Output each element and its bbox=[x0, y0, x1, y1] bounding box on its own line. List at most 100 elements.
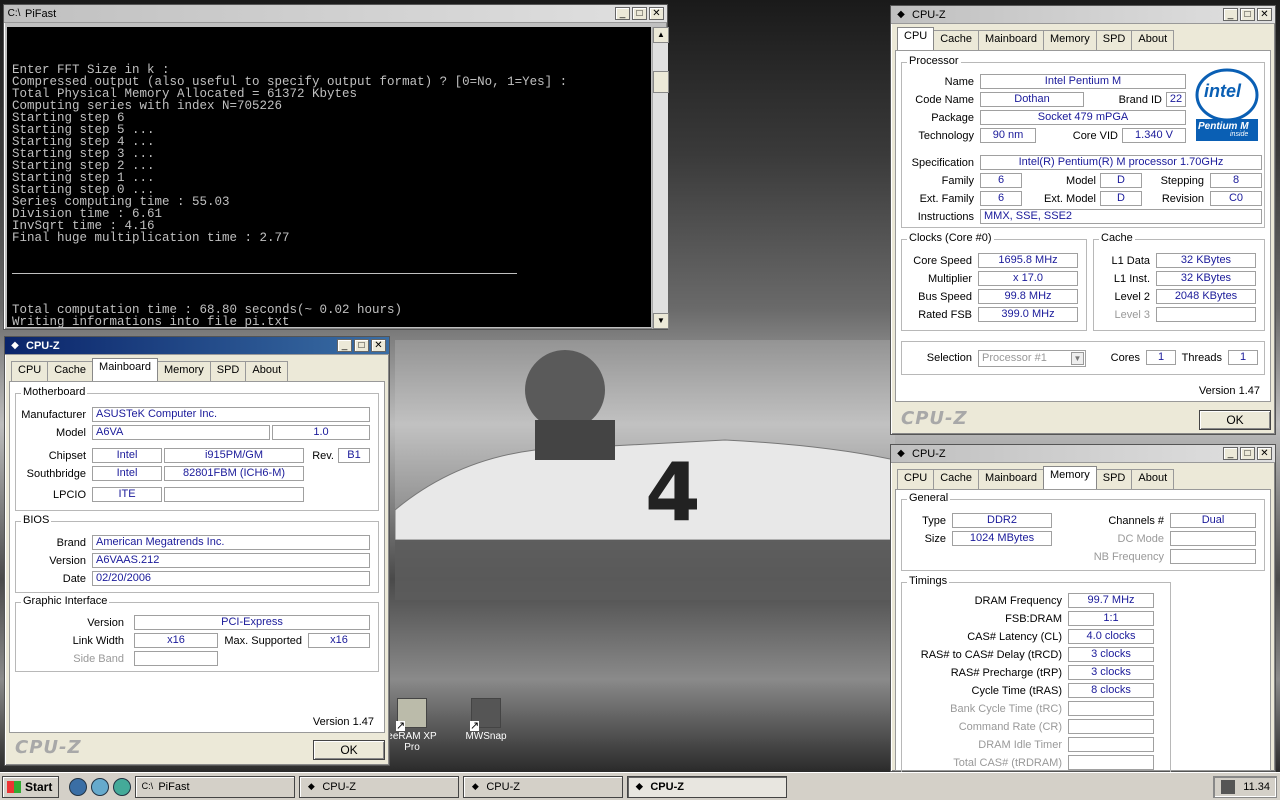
trp-field: 3 clocks bbox=[1068, 665, 1154, 680]
lpcio-vendor-field: ITE bbox=[92, 487, 162, 502]
close-button[interactable]: ✕ bbox=[1257, 447, 1272, 460]
trc-field bbox=[1068, 701, 1154, 716]
version-label: Version 1.47 bbox=[1198, 385, 1260, 397]
tab-memory[interactable]: Memory bbox=[1043, 30, 1097, 50]
title-bar[interactable]: ◆ CPU-Z _ □ ✕ bbox=[5, 337, 389, 355]
close-button[interactable]: ✕ bbox=[649, 7, 664, 20]
core-speed-field: 1695.8 MHz bbox=[978, 253, 1078, 268]
minimize-button[interactable]: _ bbox=[1223, 447, 1238, 460]
bios-date-label: Date bbox=[62, 573, 86, 585]
code-name-label: Code Name bbox=[915, 94, 974, 106]
tab-about[interactable]: About bbox=[1131, 30, 1175, 50]
size-label: Size bbox=[924, 533, 946, 545]
internet-explorer-icon[interactable] bbox=[69, 777, 88, 796]
tab-strip: CPU Cache Mainboard Memory SPD About bbox=[897, 27, 1175, 50]
taskbar-item-pifast[interactable]: C:\ PiFast bbox=[135, 775, 296, 798]
bios-version-label: Version bbox=[49, 555, 86, 567]
desktop-icon-label: MWSnap bbox=[465, 731, 507, 742]
tab-cpu[interactable]: CPU bbox=[897, 469, 935, 489]
ok-button[interactable]: OK bbox=[313, 740, 385, 760]
tab-mainboard[interactable]: Mainboard bbox=[978, 469, 1045, 489]
tab-spd[interactable]: SPD bbox=[209, 361, 247, 381]
dram-frequency-label: DRAM Frequency bbox=[974, 595, 1062, 607]
rated-fsb-field: 399.0 MHz bbox=[978, 307, 1078, 322]
tab-spd[interactable]: SPD bbox=[1095, 469, 1133, 489]
network-icon[interactable] bbox=[1221, 779, 1236, 794]
tab-cpu[interactable]: CPU bbox=[11, 361, 49, 381]
desktop-icon-eeram[interactable]: eeRAM XP Pro bbox=[382, 698, 442, 753]
tab-spd[interactable]: SPD bbox=[1095, 30, 1133, 50]
maximize-button[interactable]: □ bbox=[1240, 447, 1255, 460]
side-band-label: Side Band bbox=[73, 653, 124, 665]
title-bar[interactable]: ◆ CPU-Z _ □ ✕ bbox=[891, 6, 1275, 24]
cpuz-icon: ◆ bbox=[897, 447, 905, 459]
console-output[interactable]: Enter FFT Size in k : Compressed output (… bbox=[7, 27, 651, 327]
window-title: CPU-Z bbox=[912, 447, 946, 460]
tab-memory[interactable]: Memory bbox=[157, 361, 211, 381]
quicklaunch-icon[interactable] bbox=[91, 777, 110, 796]
media-player-icon[interactable] bbox=[113, 777, 132, 796]
tras-label: Cycle Time (tRAS) bbox=[971, 685, 1062, 697]
tab-cpu[interactable]: CPU bbox=[897, 27, 935, 50]
intel-pentium-m-logo: intel Pentium M inside bbox=[1194, 67, 1260, 143]
bios-group: BIOS Brand American Megatrends Inc. Vers… bbox=[15, 514, 379, 593]
title-bar[interactable]: C:\ PiFast _ □ ✕ bbox=[4, 5, 667, 23]
tab-cache[interactable]: Cache bbox=[933, 30, 980, 50]
maximize-button[interactable]: □ bbox=[354, 339, 369, 352]
vertical-scrollbar[interactable]: ▲ ▼ bbox=[652, 27, 669, 329]
taskbar-item-label: CPU-Z bbox=[650, 780, 684, 793]
taskbar-item-cpuz-active[interactable]: ◆ CPU-Z bbox=[627, 775, 788, 798]
trp-label: RAS# Precharge (tRP) bbox=[950, 667, 1062, 679]
scroll-up-button[interactable]: ▲ bbox=[653, 27, 669, 43]
threads-label: Threads bbox=[1181, 352, 1222, 364]
chevron-down-icon[interactable]: ▼ bbox=[1071, 352, 1084, 365]
model-label: Model bbox=[56, 427, 86, 439]
taskbar-item-cpuz[interactable]: ◆ CPU-Z bbox=[463, 775, 624, 798]
minimize-button[interactable]: _ bbox=[615, 7, 630, 20]
package-field: Socket 479 mPGA bbox=[980, 110, 1186, 125]
close-button[interactable]: ✕ bbox=[1257, 8, 1272, 21]
start-button[interactable]: Start bbox=[2, 775, 60, 798]
processor-select[interactable]: Processor #1 bbox=[978, 350, 1086, 367]
stepping-label: Stepping bbox=[1160, 175, 1204, 187]
command-rate-field bbox=[1068, 719, 1154, 734]
chipset-field: i915PM/GM bbox=[164, 448, 304, 463]
title-bar[interactable]: ◆ CPU-Z _ □ ✕ bbox=[891, 445, 1275, 463]
manufacturer-field: ASUSTeK Computer Inc. bbox=[92, 407, 370, 422]
tab-mainboard[interactable]: Mainboard bbox=[92, 358, 159, 381]
tab-cache[interactable]: Cache bbox=[47, 361, 94, 381]
tab-mainboard[interactable]: Mainboard bbox=[978, 30, 1045, 50]
cas-latency-field: 4.0 clocks bbox=[1068, 629, 1154, 644]
group-label: BIOS bbox=[21, 514, 52, 526]
manufacturer-label: Manufacturer bbox=[21, 409, 86, 421]
maximize-button[interactable]: □ bbox=[632, 7, 647, 20]
scroll-down-button[interactable]: ▼ bbox=[653, 313, 669, 329]
taskbar-item-cpuz[interactable]: ◆ CPU-Z bbox=[299, 775, 460, 798]
console-icon: C:\ bbox=[7, 7, 21, 19]
dram-idle-timer-label: DRAM Idle Timer bbox=[978, 739, 1062, 751]
type-field: DDR2 bbox=[952, 513, 1052, 528]
size-field: 1024 MBytes bbox=[952, 531, 1052, 546]
tab-about[interactable]: About bbox=[1131, 469, 1175, 489]
chipset-label: Chipset bbox=[48, 450, 86, 462]
close-button[interactable]: ✕ bbox=[371, 339, 386, 352]
maximize-button[interactable]: □ bbox=[1240, 8, 1255, 21]
l1-data-field: 32 KBytes bbox=[1156, 253, 1256, 268]
version-label: Version 1.47 bbox=[312, 716, 374, 728]
desktop-icon-mwsnap[interactable]: MWSnap bbox=[456, 698, 516, 742]
scroll-thumb[interactable] bbox=[653, 71, 669, 93]
clock[interactable]: 11.34 bbox=[1243, 781, 1270, 793]
bios-brand-label: Brand bbox=[56, 537, 86, 549]
minimize-button[interactable]: _ bbox=[1223, 8, 1238, 21]
cores-label: Cores bbox=[1110, 352, 1140, 364]
ok-button[interactable]: OK bbox=[1199, 410, 1271, 430]
intel-brand-text: intel bbox=[1204, 81, 1242, 101]
dc-mode-field bbox=[1170, 531, 1256, 546]
tab-memory[interactable]: Memory bbox=[1043, 466, 1097, 489]
minimize-button[interactable]: _ bbox=[337, 339, 352, 352]
tab-cache[interactable]: Cache bbox=[933, 469, 980, 489]
svg-text:4: 4 bbox=[645, 446, 701, 539]
cpuz-logo: CPU-Z bbox=[901, 408, 968, 429]
tab-about[interactable]: About bbox=[245, 361, 289, 381]
window-title: PiFast bbox=[25, 7, 57, 20]
